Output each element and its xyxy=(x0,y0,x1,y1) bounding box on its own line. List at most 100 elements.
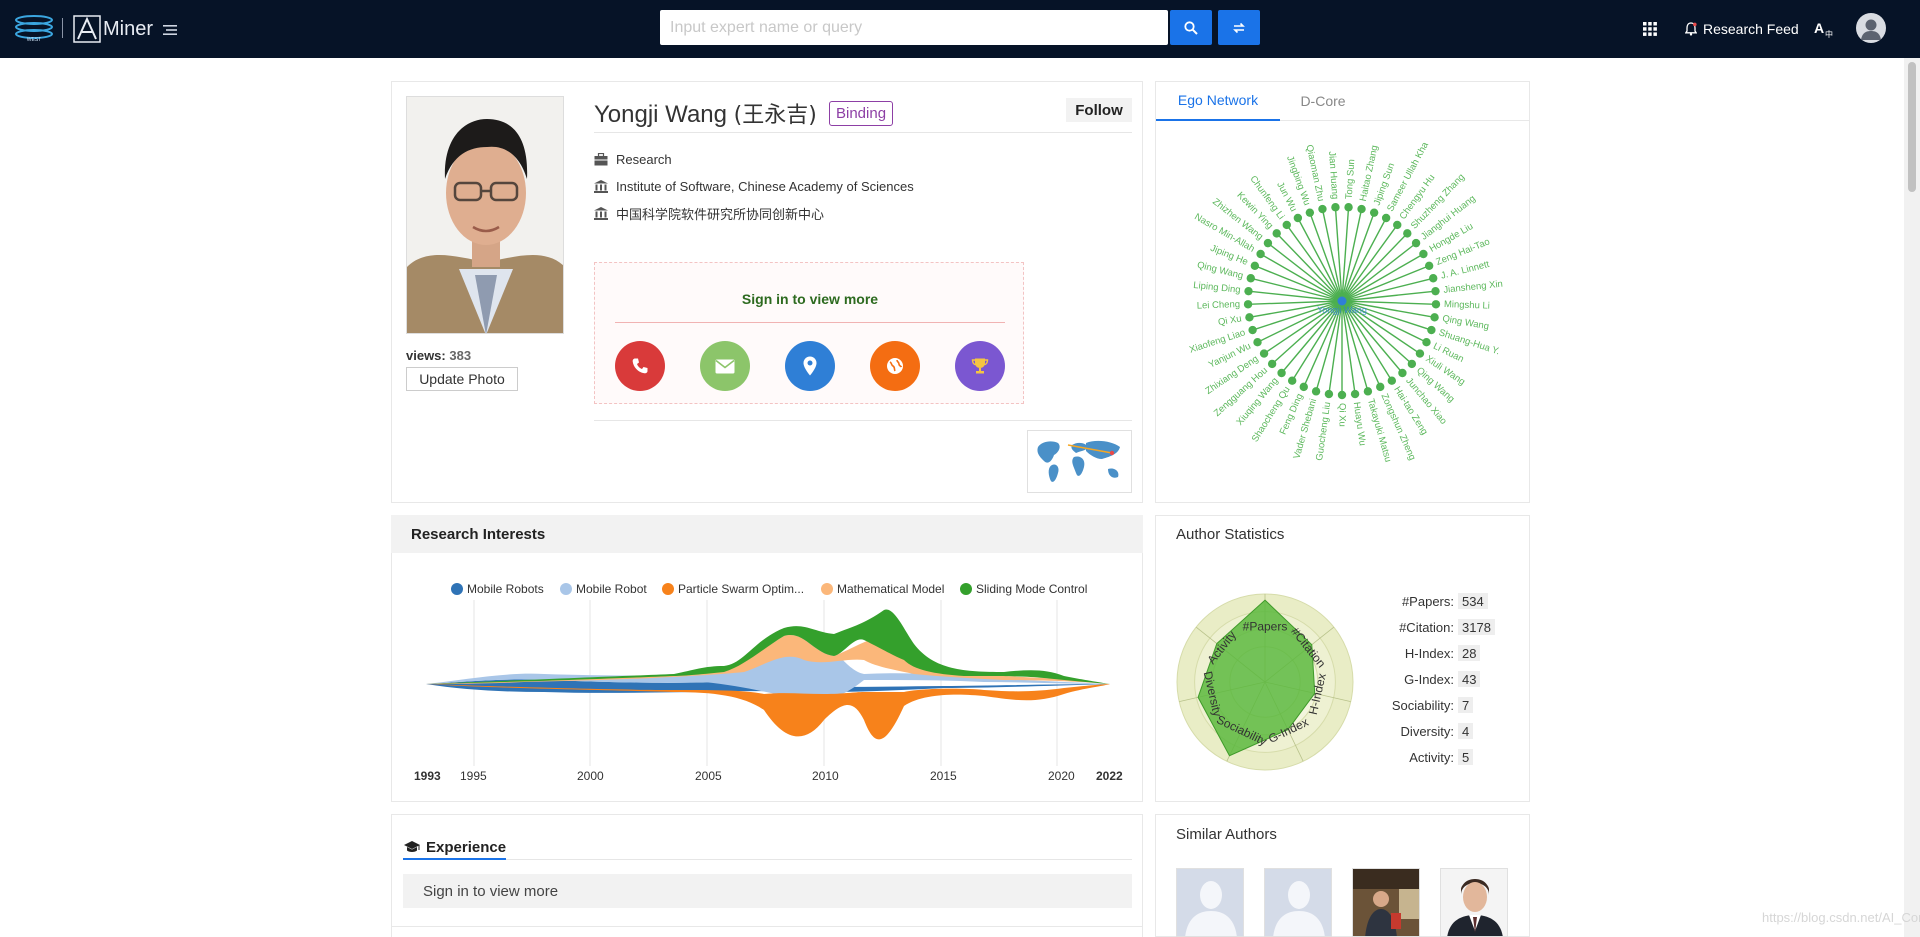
ego-node-label[interactable]: Qi Xu xyxy=(1336,403,1347,427)
ego-node[interactable] xyxy=(1393,220,1402,230)
ego-node[interactable] xyxy=(1415,349,1425,358)
ego-node[interactable] xyxy=(1430,313,1439,322)
ego-node[interactable] xyxy=(1263,238,1273,248)
ego-node[interactable] xyxy=(1429,274,1438,283)
world-map-thumbnail[interactable] xyxy=(1027,430,1132,493)
legend-item-sliding-mode-control[interactable]: Sliding Mode Control xyxy=(960,582,1087,596)
streamgraph-chart[interactable] xyxy=(424,600,1114,770)
ego-node[interactable] xyxy=(1244,286,1253,296)
ego-node-label[interactable]: Jiansheng Xin xyxy=(1443,279,1504,296)
radar-chart[interactable]: #Papers #CitationH-IndexG-IndexSociabilit… xyxy=(1165,585,1365,785)
ego-node[interactable] xyxy=(1369,208,1379,217)
research-feed-label: Research Feed xyxy=(1703,21,1799,37)
ego-node[interactable] xyxy=(1407,359,1417,369)
ego-node-label[interactable]: Huayu Wu xyxy=(1351,401,1368,446)
signin-prompt[interactable]: Sign in to view more xyxy=(595,291,1025,307)
ego-node[interactable] xyxy=(1243,300,1253,309)
experience-signin-prompt[interactable]: Sign in to view more xyxy=(403,874,1132,908)
ego-node[interactable] xyxy=(1250,261,1260,270)
ego-node[interactable] xyxy=(1398,368,1407,378)
ego-node-label[interactable]: Jian Huang xyxy=(1326,151,1340,200)
ego-node-label[interactable]: Lei Cheng xyxy=(1197,299,1241,312)
legend-item-mobile-robots[interactable]: Mobile Robots xyxy=(451,582,544,596)
award-button[interactable] xyxy=(955,341,1005,391)
similar-author-photo[interactable] xyxy=(1440,868,1508,937)
ego-node[interactable] xyxy=(1246,274,1255,283)
research-feed-link[interactable]: Research Feed xyxy=(1685,14,1799,44)
tab-d-core[interactable]: D-Core xyxy=(1280,81,1366,121)
ego-node[interactable] xyxy=(1267,359,1277,369)
ego-node[interactable] xyxy=(1363,387,1373,396)
search-button[interactable] xyxy=(1170,10,1212,45)
stat-value: 3178 xyxy=(1458,619,1495,635)
ego-node[interactable] xyxy=(1403,229,1412,238)
similar-author-photo[interactable] xyxy=(1352,868,1420,937)
scrollbar-thumb[interactable] xyxy=(1908,62,1916,192)
translate-button[interactable]: A 中 xyxy=(1814,14,1834,44)
ego-node[interactable] xyxy=(1357,204,1366,214)
ego-node[interactable] xyxy=(1277,368,1286,378)
ego-node[interactable] xyxy=(1311,387,1321,396)
ego-node[interactable] xyxy=(1422,338,1431,347)
ego-node-label[interactable]: Liping Ding xyxy=(1193,280,1241,296)
ego-node[interactable] xyxy=(1248,325,1257,335)
binding-button[interactable]: Binding xyxy=(829,101,894,126)
location-button[interactable] xyxy=(785,341,835,391)
ego-node[interactable] xyxy=(1427,325,1436,335)
ego-node[interactable] xyxy=(1324,389,1334,399)
ego-node[interactable] xyxy=(1344,203,1353,212)
switch-search-button[interactable] xyxy=(1218,10,1260,45)
user-avatar[interactable] xyxy=(1856,13,1886,43)
institution-icon xyxy=(594,206,608,220)
ego-network-graph[interactable]: Tong Sun Haitao ZhangJiping SunSameer Ull… xyxy=(1160,123,1525,495)
ego-node[interactable] xyxy=(1387,376,1397,385)
email-button[interactable] xyxy=(700,341,750,391)
aminer-brand[interactable]: Miner xyxy=(73,12,153,46)
menu-icon[interactable] xyxy=(163,25,177,35)
ego-node[interactable] xyxy=(1331,203,1340,212)
ego-node-label[interactable]: Guocheng Liu xyxy=(1314,401,1333,461)
legend-item-mathematical-model[interactable]: Mathematical Model xyxy=(821,582,944,596)
location-icon xyxy=(803,356,817,376)
ego-node-label[interactable]: Mingshu Li xyxy=(1444,299,1490,312)
phone-button[interactable] xyxy=(615,341,665,391)
follow-button[interactable]: Follow xyxy=(1066,98,1132,122)
ego-node[interactable] xyxy=(1256,249,1265,259)
ego-node[interactable] xyxy=(1431,300,1441,309)
ego-node[interactable] xyxy=(1305,208,1315,217)
ego-node[interactable] xyxy=(1259,349,1269,358)
search-input[interactable] xyxy=(660,10,1168,45)
stat-value: 534 xyxy=(1458,593,1488,609)
ego-node[interactable] xyxy=(1272,229,1281,238)
apps-grid-button[interactable] xyxy=(1643,14,1657,44)
portrait-image xyxy=(407,97,563,333)
tab-ego-network[interactable]: Ego Network xyxy=(1156,81,1280,121)
ego-node[interactable] xyxy=(1381,213,1391,223)
update-photo-button[interactable]: Update Photo xyxy=(406,367,518,391)
page-scrollbar[interactable] xyxy=(1904,58,1920,937)
ego-node[interactable] xyxy=(1424,261,1434,270)
ego-node[interactable] xyxy=(1299,382,1308,392)
ego-node[interactable] xyxy=(1293,213,1303,223)
ego-node-label[interactable]: Tong Sun xyxy=(1344,159,1358,200)
ego-node-label[interactable]: Qi Xu xyxy=(1217,313,1242,328)
ego-node[interactable] xyxy=(1411,238,1421,248)
similar-authors-title: Similar Authors xyxy=(1176,826,1277,843)
ego-node[interactable] xyxy=(1287,376,1297,385)
ego-node[interactable] xyxy=(1282,220,1291,230)
ego-node[interactable] xyxy=(1337,390,1347,400)
ego-node[interactable] xyxy=(1350,389,1360,399)
brand-text: Miner xyxy=(103,17,154,40)
legend-item-particle-swarm[interactable]: Particle Swarm Optim... xyxy=(662,582,804,596)
ego-node[interactable] xyxy=(1419,249,1428,259)
similar-author-avatar[interactable] xyxy=(1176,868,1244,937)
ego-node[interactable] xyxy=(1431,286,1440,296)
aminer-logo-icon[interactable]: WEST xyxy=(14,14,54,42)
ego-node[interactable] xyxy=(1253,338,1262,347)
ego-node[interactable] xyxy=(1318,204,1327,214)
ego-node[interactable] xyxy=(1376,382,1385,392)
homepage-button[interactable] xyxy=(870,341,920,391)
ego-node[interactable] xyxy=(1245,313,1254,322)
similar-author-avatar[interactable] xyxy=(1264,868,1332,937)
legend-item-mobile-robot[interactable]: Mobile Robot xyxy=(560,582,647,596)
